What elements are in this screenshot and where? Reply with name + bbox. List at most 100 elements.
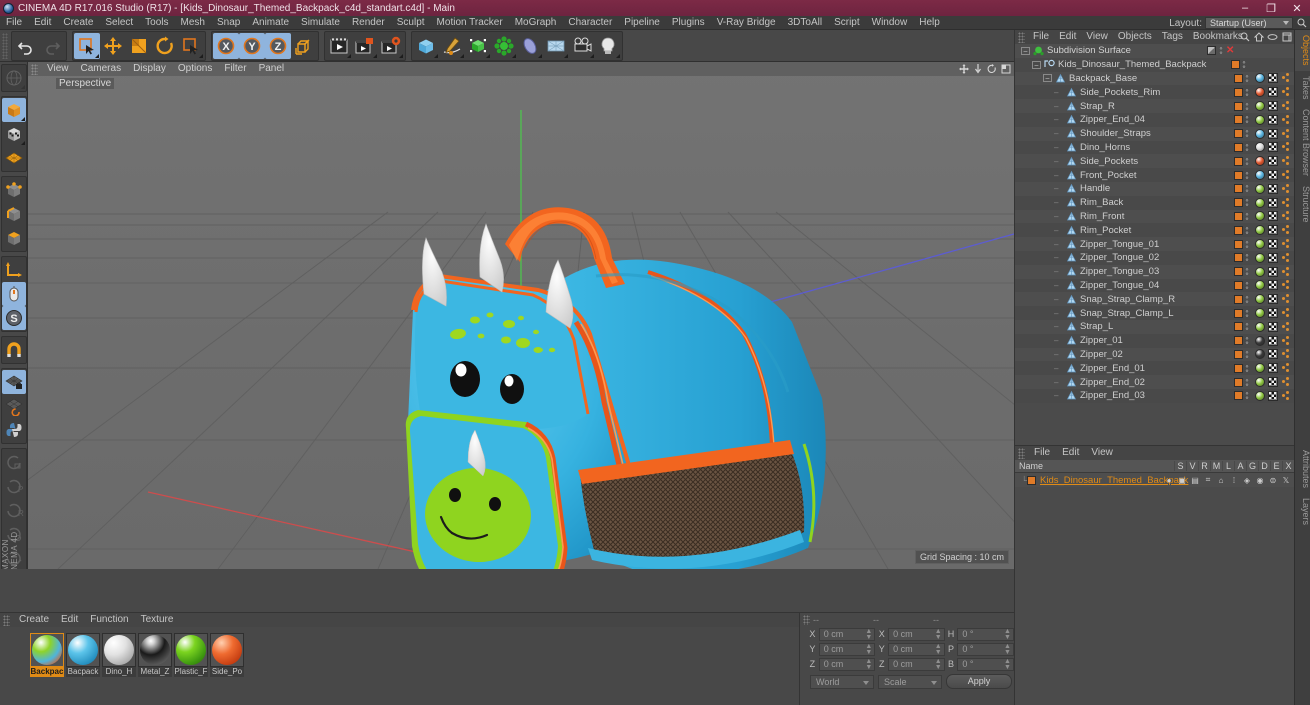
layer-color-tag[interactable] [1234,253,1243,263]
material-item[interactable]: Plastic_F [174,633,208,677]
object-row[interactable]: – Side_Pockets [1015,154,1295,169]
layer-color-tag[interactable] [1234,156,1243,166]
coord-field-size-x[interactable]: 0 cm ▲ ▼ [888,627,945,641]
light-icon[interactable] [595,33,621,59]
menu-item-character[interactable]: Character [562,16,618,30]
tree-expand-toggle[interactable]: – [1021,46,1030,55]
viewport-menu-filter[interactable]: Filter [218,62,252,76]
material-item[interactable]: Backpac [30,633,64,677]
model-mode-icon[interactable] [1,98,26,122]
texture-mode-icon[interactable] [2,122,26,146]
menu-item-simulate[interactable]: Simulate [295,16,346,30]
dolly-camera-icon[interactable] [972,63,983,74]
visibility-dots[interactable] [1245,115,1249,125]
coordinates-grip[interactable] [803,614,810,625]
expression-toggle-icon[interactable]: ⊜ [1268,475,1278,485]
layer-color-tag[interactable] [1234,239,1243,249]
material-tag-group[interactable] [1255,142,1291,153]
object-row[interactable]: – Strap_L [1015,319,1295,334]
layer-color-tag[interactable] [1234,170,1243,180]
object-row[interactable]: – Shoulder_Straps [1015,126,1295,141]
layer-col-a[interactable]: A [1234,461,1246,471]
visibility-dots[interactable] [1245,239,1249,249]
layer-col-l[interactable]: L [1222,461,1234,471]
menu-item-motion-tracker[interactable]: Motion Tracker [431,16,509,30]
viewport-menu-view[interactable]: View [41,62,75,76]
visibility-dots[interactable] [1245,391,1249,401]
material-tag-group[interactable] [1255,294,1291,305]
layout-dropdown[interactable]: Startup (User) [1205,17,1293,29]
menu-item-window[interactable]: Window [866,16,914,30]
material-tag-group[interactable] [1255,170,1291,181]
menu-item-snap[interactable]: Snap [211,16,246,30]
visibility-dots[interactable] [1245,349,1249,359]
side-tab-content-browser[interactable]: Content Browser [1295,104,1310,181]
move-icon[interactable] [100,33,126,59]
layer-col-m[interactable]: M [1210,461,1222,471]
solo-toggle-icon[interactable]: ● [1164,475,1174,485]
material-tag-group[interactable] [1255,128,1291,139]
material-tag-group[interactable] [1255,308,1291,319]
object-manager-menu-file[interactable]: File [1028,30,1054,44]
deformer-toggle-icon[interactable]: ◉ [1255,475,1265,485]
layer-col-v[interactable]: V [1186,461,1198,471]
material-tag-group[interactable] [1255,239,1291,250]
visibility-dots[interactable] [1245,308,1249,318]
material-tag-group[interactable] [1255,252,1291,263]
coord-field-rotation-p[interactable]: 0 ° ▲ ▼ [957,642,1014,656]
visibility-dots[interactable] [1245,184,1249,194]
layer-color-tag[interactable] [1234,87,1243,97]
object-row[interactable]: – Zipper_02 [1015,347,1295,362]
viewport-menu-display[interactable]: Display [127,62,172,76]
scale-icon[interactable] [126,33,152,59]
visibility-dots[interactable] [1245,156,1249,166]
object-row[interactable]: – Zipper_End_01 [1015,361,1295,376]
lock-toggle-icon[interactable]: ⌂ [1216,475,1226,485]
side-tab-layers[interactable]: Layers [1295,493,1310,530]
fit-icon[interactable] [1281,31,1292,42]
material-tag-group[interactable] [1255,225,1291,236]
visibility-dots[interactable] [1245,170,1249,180]
menu-item-sculpt[interactable]: Sculpt [391,16,431,30]
coord-system-dropdown[interactable]: World [810,674,874,689]
animation-toggle-icon[interactable]: ⁞ [1229,475,1239,485]
undo-icon[interactable] [13,33,39,59]
visibility-dots[interactable] [1245,322,1249,332]
layer-color-tag[interactable] [1234,391,1243,401]
object-row[interactable]: – Kids_Dinosaur_Themed_Backpack [1015,57,1295,72]
layer-color-tag[interactable] [1234,349,1243,359]
material-tag-group[interactable] [1255,321,1291,332]
viewport[interactable]: View Cameras Display Options Filter Panel Per… [28,62,1014,569]
layer-col-name[interactable]: Name [1015,461,1174,471]
material-menu-function[interactable]: Function [84,613,134,627]
object-row[interactable]: – Zipper_Tongue_02 [1015,250,1295,265]
primitive-cube-icon[interactable] [413,33,439,59]
visibility-dots[interactable] [1245,225,1249,235]
menu-item-animate[interactable]: Animate [246,16,295,30]
coord-field-rotation-b[interactable]: 0 ° ▲ ▼ [957,657,1014,671]
object-row[interactable]: – Zipper_End_04 [1015,112,1295,127]
object-row[interactable]: – Dino_Horns [1015,140,1295,155]
environment-icon[interactable] [543,33,569,59]
material-preview[interactable] [210,633,244,667]
layer-color-tag[interactable] [1234,294,1243,304]
layer-color-swatch[interactable] [1027,475,1036,485]
object-row[interactable]: – Snap_Strap_Clamp_L [1015,306,1295,320]
viewport-solo-icon[interactable] [1,282,26,306]
subdivision-tag-group[interactable]: ✕ [1207,46,1243,56]
object-row[interactable]: – Front_Pocket [1015,168,1295,182]
render-region-icon[interactable] [352,33,378,59]
layer-color-tag[interactable] [1234,225,1243,235]
menu-item-mograph[interactable]: MoGraph [509,16,563,30]
object-row[interactable]: – Strap_R [1015,99,1295,113]
material-tag-group[interactable] [1255,349,1291,360]
layer-manager-menu-edit[interactable]: Edit [1056,446,1085,460]
visibility-dots[interactable] [1245,73,1249,83]
coord-field-size-y[interactable]: 0 cm ▲ ▼ [888,642,945,656]
material-preview[interactable] [174,633,208,667]
material-menu-texture[interactable]: Texture [135,613,180,627]
stepper-icon[interactable]: ▲ ▼ [1004,628,1011,641]
menu-item-3dtoall[interactable]: 3DToAll [782,16,828,30]
stepper-icon[interactable]: ▲ ▼ [935,658,942,671]
material-tag-group[interactable] [1255,87,1291,98]
